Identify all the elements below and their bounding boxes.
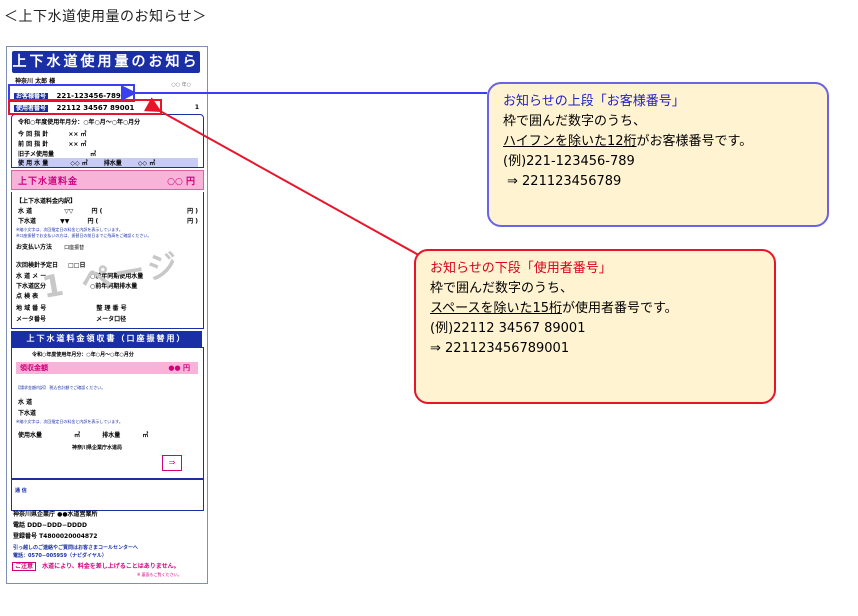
user-number-callout: お知らせの下段「使用者番号」 枠で囲んだ数字のうち、 スペースを除いた15桁が使… xyxy=(414,249,776,404)
user-callout-underlined: スペースを除いた15桁 xyxy=(430,301,562,316)
user-callout-result: ⇒ 221123456789001 xyxy=(430,341,570,356)
customer-callout-line1: 枠で囲んだ数字のうち、 xyxy=(503,114,647,129)
customer-callout-underlined: ハイフンを除いた12桁 xyxy=(503,134,637,149)
customer-number-callout: お知らせの上段「お客様番号」 枠で囲んだ数字のうち、 ハイフンを除いた12桁がお… xyxy=(487,82,829,227)
customer-callout-heading: お知らせの上段「お客様番号」 xyxy=(503,94,685,109)
user-callout-line1: 枠で囲んだ数字のうち、 xyxy=(430,281,574,296)
customer-callout-example: (例)221-123456-789 xyxy=(503,154,635,169)
user-callout-line2: スペースを除いた15桁が使用者番号です。 xyxy=(430,299,774,319)
user-callout-line2-rest: が使用者番号です。 xyxy=(561,301,678,316)
user-callout-example: (例)22112 34567 89001 xyxy=(430,321,586,336)
customer-callout-line2: ハイフンを除いた12桁がお客様番号です。 xyxy=(503,132,827,152)
customer-callout-line2-rest: がお客様番号です。 xyxy=(636,134,753,149)
user-arrow xyxy=(143,97,425,259)
user-callout-heading: お知らせの下段「使用者番号」 xyxy=(430,261,612,276)
customer-callout-result: ⇒ 221123456789 xyxy=(507,174,622,189)
